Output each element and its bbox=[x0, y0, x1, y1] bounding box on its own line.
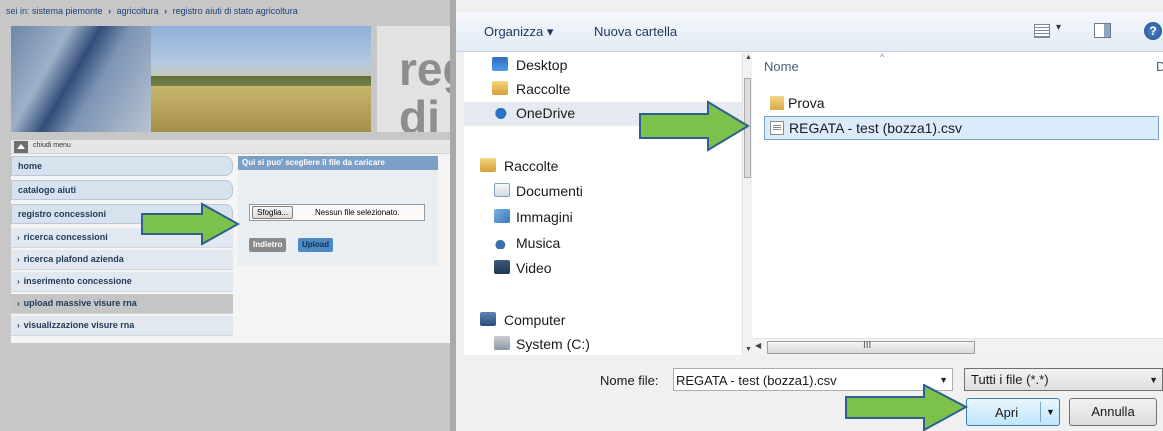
nav-video[interactable]: Video bbox=[464, 257, 742, 281]
back-button[interactable]: Indietro bbox=[249, 238, 287, 252]
file-input[interactable]: Sfoglia... Nessun file selezionato. bbox=[249, 204, 425, 221]
file-list: ^ Nome D Prova REGATA - test (bozza1).cs… bbox=[752, 52, 1163, 355]
column-header-name[interactable]: Nome bbox=[764, 59, 799, 74]
drive-icon bbox=[494, 336, 510, 350]
breadcrumb-label: sei in: bbox=[6, 6, 30, 16]
sidebar-nav: home catalogo aiuti registro concessioni… bbox=[11, 156, 233, 338]
dialog-footer: Nome file: ▼ Tutti i file (*.*) ▼ Apri ▼… bbox=[456, 360, 1163, 431]
nav-home[interactable]: home bbox=[11, 156, 233, 176]
breadcrumb-separator-icon: › bbox=[164, 6, 168, 16]
folder-icon bbox=[770, 96, 784, 110]
computer-icon bbox=[480, 312, 496, 326]
chevron-down-icon[interactable]: ▼ bbox=[1149, 375, 1158, 385]
chevron-right-icon: › bbox=[17, 277, 20, 286]
organize-menu[interactable]: Organizza ▾ bbox=[484, 24, 553, 40]
column-header-next[interactable]: D bbox=[1156, 59, 1163, 74]
dialog-toolbar: Organizza ▾ Nuova cartella ▾ ? bbox=[456, 12, 1163, 52]
site-title: reg di s bbox=[377, 26, 450, 132]
video-icon bbox=[494, 260, 510, 274]
open-button-label: Apri bbox=[995, 405, 1019, 420]
chevron-right-icon: › bbox=[17, 299, 20, 308]
cancel-button[interactable]: Annulla bbox=[1069, 398, 1157, 426]
list-item-prova[interactable]: Prova bbox=[764, 92, 1159, 116]
breadcrumb-agricoltura[interactable]: agricoltura bbox=[117, 6, 159, 16]
nav-upload-massive-visure[interactable]: › upload massive visure rna bbox=[11, 294, 233, 314]
file-status: Nessun file selezionato. bbox=[315, 208, 400, 217]
breadcrumb-separator-icon: › bbox=[108, 6, 112, 16]
onedrive-icon bbox=[492, 105, 508, 119]
csv-file-icon bbox=[770, 121, 784, 135]
nav-computer[interactable]: Computer bbox=[464, 309, 742, 333]
filetype-value: Tutti i file (*.*) bbox=[971, 372, 1049, 387]
nav-ricerca-plafond[interactable]: › ricerca plafond azienda bbox=[11, 250, 233, 270]
chevron-right-icon: › bbox=[17, 255, 20, 264]
breadcrumb-sistema-piemonte[interactable]: sistema piemonte bbox=[32, 6, 103, 16]
collapse-icon[interactable] bbox=[14, 141, 28, 153]
help-icon[interactable]: ? bbox=[1144, 22, 1162, 40]
nav-musica[interactable]: Musica bbox=[464, 232, 742, 256]
open-file-dialog: Organizza ▾ Nuova cartella ▾ ? Desktop R… bbox=[456, 0, 1163, 431]
horizontal-scroll-thumb[interactable]: III bbox=[767, 340, 975, 354]
nav-raccolte[interactable]: Raccolte bbox=[464, 155, 742, 179]
chevron-down-icon[interactable]: ▾ bbox=[1056, 22, 1061, 33]
browse-button[interactable]: Sfoglia... bbox=[252, 206, 294, 219]
breadcrumb: sei in: sistema piemonte › agricoltura ›… bbox=[6, 6, 298, 16]
nav-scrollbar[interactable]: ▲ ▼ bbox=[742, 52, 752, 355]
navigation-pane: Desktop Raccolte OneDrive Raccolte Docum… bbox=[464, 52, 752, 357]
nav-immagini[interactable]: Immagini bbox=[464, 206, 742, 230]
breadcrumb-registro-aiuti[interactable]: registro aiuti di stato agricoltura bbox=[173, 6, 298, 16]
filetype-select[interactable]: Tutti i file (*.*) ▼ bbox=[964, 368, 1163, 391]
pictures-icon bbox=[494, 209, 510, 223]
nav-visualizzazione-visure[interactable]: › visualizzazione visure rna bbox=[11, 316, 233, 336]
horizontal-scrollbar[interactable]: ◀ III bbox=[752, 338, 1163, 355]
header-banner-image bbox=[11, 26, 371, 132]
documents-icon bbox=[494, 183, 510, 197]
upload-button[interactable]: Upload bbox=[298, 238, 334, 252]
close-menu-bar[interactable]: chiudi menu bbox=[11, 140, 450, 154]
desktop-icon bbox=[492, 57, 508, 71]
web-page: sei in: sistema piemonte › agricoltura ›… bbox=[0, 0, 450, 431]
upload-panel: Qui si puo' scegliere il file da caricar… bbox=[238, 156, 438, 266]
chevron-down-icon[interactable]: ▼ bbox=[1046, 407, 1055, 417]
pointer-arrow-icon bbox=[140, 202, 240, 246]
preview-pane-icon[interactable] bbox=[1094, 23, 1111, 38]
music-icon bbox=[494, 235, 510, 249]
pointer-arrow-icon bbox=[638, 100, 750, 152]
open-button[interactable]: Apri ▼ bbox=[966, 398, 1060, 426]
chevron-right-icon: › bbox=[17, 233, 20, 242]
scroll-down-icon[interactable]: ▼ bbox=[745, 346, 752, 353]
new-folder-button[interactable]: Nuova cartella bbox=[594, 24, 677, 39]
libraries-icon bbox=[480, 158, 496, 172]
nav-raccolte-favorite[interactable]: Raccolte bbox=[464, 78, 742, 102]
scroll-left-icon[interactable]: ◀ bbox=[755, 341, 761, 350]
nav-system-c[interactable]: System (C:) bbox=[464, 333, 742, 357]
view-options-icon[interactable] bbox=[1034, 24, 1050, 38]
pointer-arrow-icon bbox=[844, 384, 968, 431]
scroll-up-icon[interactable]: ▲ bbox=[745, 54, 752, 61]
panel-header: Qui si puo' scegliere il file da caricar… bbox=[238, 156, 438, 170]
nav-inserimento-concessione[interactable]: › inserimento concessione bbox=[11, 272, 233, 292]
nav-documenti[interactable]: Documenti bbox=[464, 180, 742, 204]
close-menu-label[interactable]: chiudi menu bbox=[33, 142, 71, 149]
sort-ascending-icon: ^ bbox=[880, 52, 885, 62]
libraries-icon bbox=[492, 81, 508, 95]
nav-desktop[interactable]: Desktop bbox=[464, 54, 742, 78]
chevron-right-icon: › bbox=[17, 321, 20, 330]
nav-catalogo-aiuti[interactable]: catalogo aiuti bbox=[11, 180, 233, 200]
filename-label: Nome file: bbox=[600, 373, 659, 388]
list-item-regata-csv[interactable]: REGATA - test (bozza1).csv bbox=[764, 116, 1159, 140]
